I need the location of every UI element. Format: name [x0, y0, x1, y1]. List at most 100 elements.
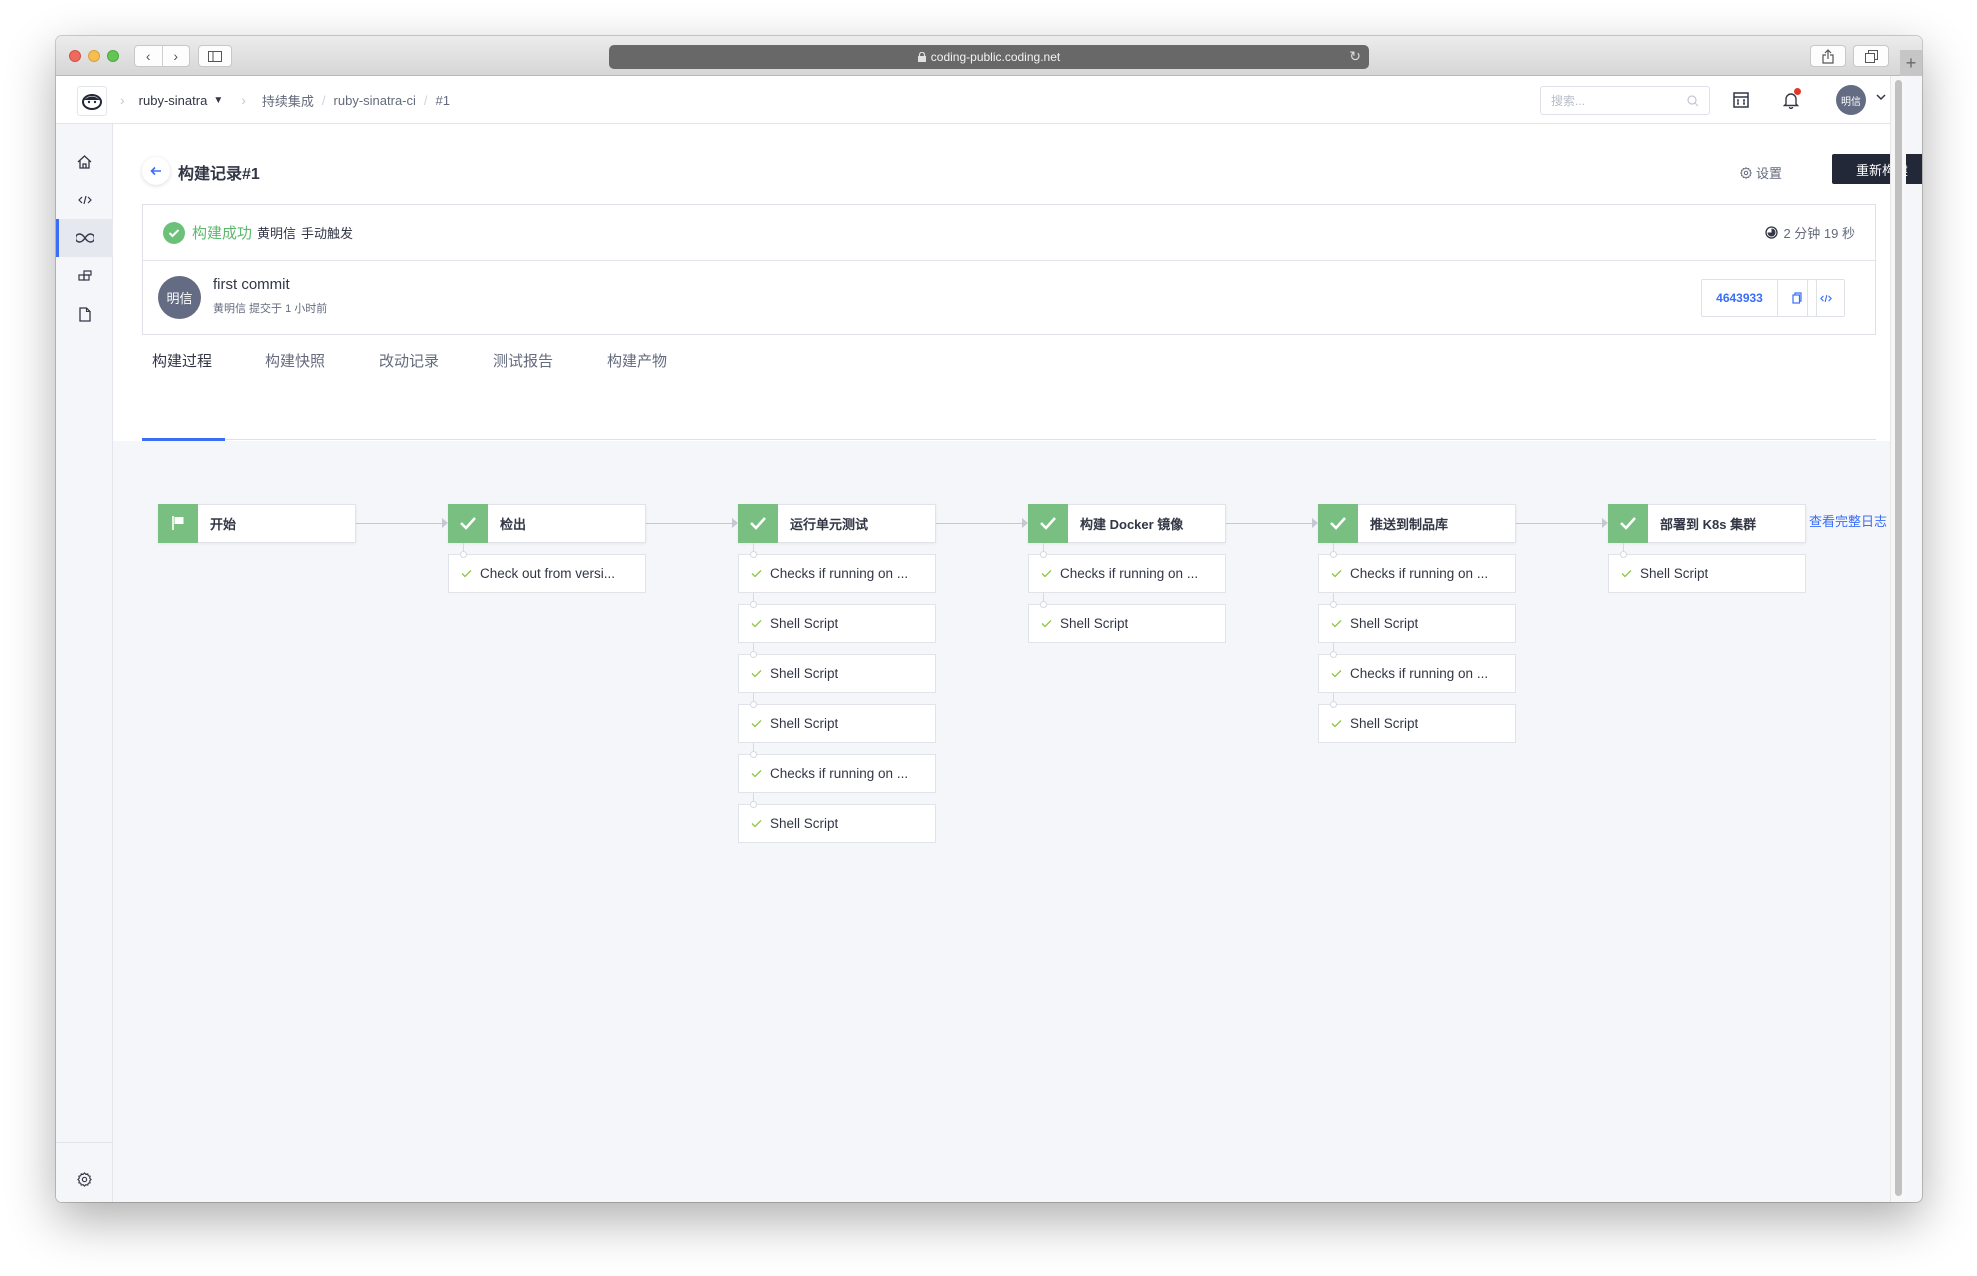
zoom-window-button[interactable] — [107, 50, 119, 62]
step-name: Checks if running on ... — [770, 566, 909, 581]
pipeline-step[interactable]: Shell Script — [738, 654, 936, 693]
step-success-check-icon — [751, 719, 762, 728]
show-tabs-button[interactable] — [1853, 45, 1889, 67]
breadcrumb-ci[interactable]: 持续集成 — [262, 91, 314, 110]
pipeline-stage[interactable]: 运行单元测试 — [738, 503, 936, 543]
step-name: Checks if running on ... — [1350, 666, 1489, 681]
sidebar-item-ci[interactable] — [56, 219, 113, 257]
artifacts-icon — [77, 270, 92, 281]
tabs-overview-icon — [1864, 49, 1878, 63]
forward-arrow-icon[interactable]: › — [163, 46, 190, 66]
step-success-check-icon — [1331, 719, 1342, 728]
step-name: Shell Script — [1640, 566, 1709, 581]
share-icon — [1822, 48, 1834, 64]
pipeline-step[interactable]: Shell Script — [738, 804, 936, 843]
share-button[interactable] — [1810, 45, 1846, 67]
sidebar-item-artifacts[interactable] — [56, 257, 113, 295]
step-success-check-icon — [751, 569, 762, 578]
pipeline-step[interactable]: Shell Script — [738, 604, 936, 643]
back-arrow-icon[interactable]: ‹ — [135, 46, 163, 66]
chevron-down-icon[interactable] — [1874, 90, 1888, 104]
project-switcher[interactable]: ruby-sinatra — [139, 93, 208, 108]
pipeline-step[interactable]: Checks if running on ... — [738, 554, 936, 593]
stage-connector — [356, 523, 442, 524]
stage-name: 开始 — [210, 517, 237, 532]
address-bar[interactable]: coding-public.coding.net ↻ — [609, 45, 1369, 69]
step-success-check-icon — [751, 819, 762, 828]
monkey-logo-icon — [82, 94, 102, 110]
search-icon[interactable] — [1687, 94, 1699, 107]
chevron-right-icon: › — [120, 92, 125, 108]
workspace-icon — [1733, 92, 1749, 108]
step-connector-dot — [1330, 601, 1337, 608]
step-success-check-icon — [1041, 569, 1052, 578]
pipeline-step[interactable]: Check out from versi... — [448, 554, 646, 593]
pipeline-step[interactable]: Shell Script — [738, 704, 936, 743]
chevron-right-icon: › — [241, 92, 246, 108]
pipeline-stage[interactable]: 推送到制品库 — [1318, 503, 1516, 543]
browser-window: ‹ › coding-public.coding.net ↻ + › ruby-… — [56, 36, 1922, 1202]
user-avatar[interactable]: 明信 — [1836, 85, 1866, 115]
step-name: Shell Script — [770, 666, 839, 681]
sidebar-item-docs[interactable] — [56, 295, 113, 333]
step-name: Shell Script — [770, 816, 839, 831]
check-icon — [1028, 503, 1068, 543]
workspace-button[interactable] — [1729, 88, 1753, 112]
step-success-check-icon — [1621, 569, 1632, 578]
step-connector-dot — [750, 551, 757, 558]
search-input[interactable] — [1551, 93, 1671, 108]
pipeline-step[interactable]: Shell Script — [1608, 554, 1806, 593]
pipeline-step[interactable]: Shell Script — [1318, 604, 1516, 643]
stage-connector — [646, 523, 732, 524]
code-icon — [77, 195, 92, 205]
pipeline-step[interactable]: Checks if running on ... — [1318, 554, 1516, 593]
sidebar-item-settings[interactable] — [56, 1160, 113, 1198]
pipeline-step[interactable]: Shell Script — [1028, 604, 1226, 643]
check-icon — [1608, 503, 1648, 543]
close-window-button[interactable] — [69, 50, 81, 62]
breadcrumb-separator: / — [321, 92, 326, 108]
sidebar-item-home[interactable] — [56, 143, 113, 181]
coding-logo[interactable] — [77, 86, 107, 116]
step-connector-dot — [750, 801, 757, 808]
step-name: Check out from versi... — [480, 566, 616, 581]
pipeline-stage[interactable]: 检出 — [448, 503, 646, 543]
pipeline-step[interactable]: Checks if running on ... — [738, 754, 936, 793]
pipeline-step[interactable]: Checks if running on ... — [1028, 554, 1226, 593]
step-success-check-icon — [751, 619, 762, 628]
step-success-check-icon — [461, 569, 472, 578]
step-connector-dot — [750, 751, 757, 758]
step-name: Checks if running on ... — [1350, 566, 1489, 581]
stage-connector — [936, 523, 1022, 524]
pipeline-stage[interactable]: 开始 — [158, 503, 356, 543]
reload-icon[interactable]: ↻ — [1349, 48, 1361, 65]
sidebar-toggle-button[interactable] — [198, 45, 232, 67]
sidebar — [56, 124, 113, 1202]
step-success-check-icon — [1331, 669, 1342, 678]
step-connector-dot — [1620, 551, 1627, 558]
step-connector-dot — [750, 651, 757, 658]
step-connector-dot — [460, 551, 467, 558]
step-name: Checks if running on ... — [770, 766, 909, 781]
pipeline-step[interactable]: Shell Script — [1318, 704, 1516, 743]
history-nav: ‹ › — [134, 45, 190, 67]
breadcrumb-job[interactable]: ruby-sinatra-ci — [334, 93, 416, 108]
page-scrollbar[interactable] — [1890, 76, 1906, 1202]
notification-badge — [1794, 88, 1801, 95]
step-name: Shell Script — [1060, 616, 1129, 631]
pipeline-stage[interactable]: 构建 Docker 镜像 — [1028, 503, 1226, 543]
breadcrumb: › ruby-sinatra ▼ › 持续集成 / ruby-sinatra-c… — [120, 76, 450, 124]
pipeline-step[interactable]: Checks if running on ... — [1318, 654, 1516, 693]
minimize-window-button[interactable] — [88, 50, 100, 62]
caret-down-icon[interactable]: ▼ — [213, 95, 223, 106]
new-tab-button[interactable]: + — [1900, 50, 1922, 76]
step-connector-dot — [1330, 551, 1337, 558]
pipeline-stage[interactable]: 部署到 K8s 集群 — [1608, 503, 1806, 543]
main-content: 构建记录#1 设置 重新构建 构建成功 黄明信 手动触发 2 分钟 19 秒 明… — [113, 124, 1922, 1202]
notifications-button[interactable] — [1779, 88, 1803, 112]
pipeline-graph: 开始 检出 Check out from versi... 运行单元测试 Checks … — [113, 124, 1906, 1202]
breadcrumb-build[interactable]: #1 — [436, 93, 450, 108]
scrollbar-thumb[interactable] — [1895, 80, 1902, 1196]
sidebar-item-code[interactable] — [56, 181, 113, 219]
url-text: coding-public.coding.net — [930, 50, 1061, 64]
